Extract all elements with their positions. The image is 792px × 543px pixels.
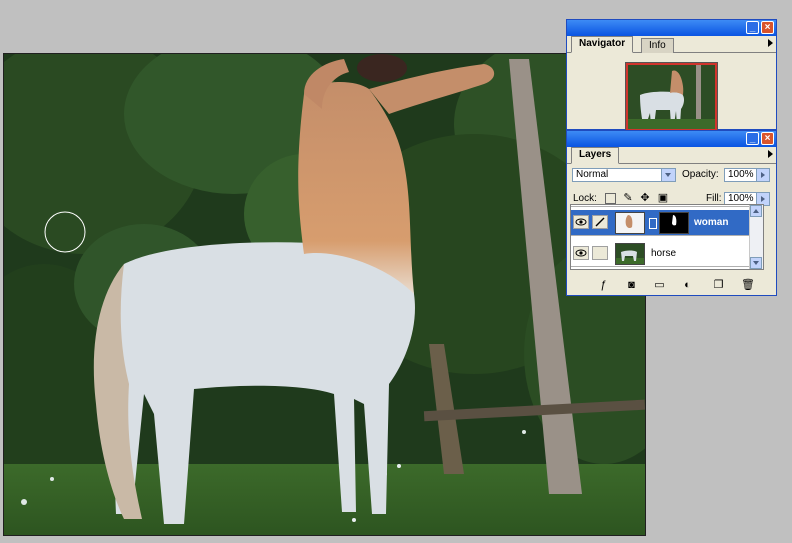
palette-menu-arrow-icon[interactable] — [768, 39, 773, 47]
centaur-photo — [4, 54, 645, 535]
fill-value: 100% — [728, 193, 754, 204]
visibility-eye-icon[interactable] — [573, 246, 589, 260]
navigator-preview[interactable] — [625, 62, 718, 132]
navigator-tabbar: Navigator Info — [567, 36, 776, 53]
minimize-button[interactable]: _ — [746, 132, 759, 145]
tab-navigator[interactable]: Navigator — [571, 36, 634, 53]
tab-layers[interactable]: Layers — [571, 147, 620, 164]
document-canvas[interactable] — [3, 53, 646, 536]
layer-thumbnail — [615, 204, 645, 205]
add-mask-icon[interactable]: ◙ — [625, 279, 638, 292]
new-layer-icon[interactable]: ❐ — [712, 279, 725, 292]
opacity-label: Opacity: — [682, 169, 719, 180]
view-rectangle[interactable] — [626, 63, 717, 131]
scroll-up-button[interactable] — [750, 205, 762, 217]
close-button[interactable]: × — [761, 132, 774, 145]
layer-thumbnail — [615, 212, 645, 234]
lock-transparency-icon[interactable] — [605, 193, 616, 204]
scroll-down-button[interactable] — [750, 257, 762, 269]
layers-list[interactable]: woman horse — [570, 204, 764, 270]
layers-footer: ƒ ◙ ▭ ◐ ❐ 🗑 — [567, 279, 776, 293]
layer-row-woman[interactable]: woman — [571, 210, 749, 236]
chevron-down-icon[interactable] — [661, 169, 675, 181]
lock-paint-brush-icon[interactable]: ✎ — [622, 192, 634, 204]
lock-position-move-icon[interactable]: ✥ — [639, 192, 651, 204]
adjustment-layer-icon[interactable]: ◐ — [681, 279, 694, 292]
navigator-palette: _ × Navigator Info — [566, 19, 777, 132]
palette-menu-arrow-icon[interactable] — [768, 150, 773, 158]
chain-link-icon[interactable] — [649, 218, 657, 229]
minimize-button[interactable]: _ — [746, 21, 759, 34]
blend-mode-select[interactable]: Normal — [572, 168, 676, 182]
paintbrush-icon[interactable] — [592, 215, 608, 229]
layer-row-horse[interactable]: horse — [571, 241, 749, 267]
navigator-titlebar[interactable]: _ × — [567, 20, 776, 36]
chevron-right-icon[interactable] — [756, 169, 769, 181]
layer-name-woman[interactable]: woman — [694, 217, 728, 228]
layer-name-horse[interactable]: horse — [651, 248, 676, 259]
paintbrush-slot[interactable] — [592, 246, 608, 260]
tab-info[interactable]: Info — [641, 38, 674, 53]
blend-mode-value: Normal — [576, 169, 609, 180]
layer-row-partial[interactable] — [571, 204, 749, 207]
opacity-value: 100% — [728, 169, 754, 180]
layers-titlebar[interactable]: _ × — [567, 131, 776, 147]
visibility-eye-icon[interactable] — [573, 215, 589, 229]
new-group-icon[interactable]: ▭ — [653, 279, 666, 292]
trash-icon[interactable]: 🗑 — [741, 279, 755, 292]
layers-scrollbar[interactable] — [749, 205, 763, 269]
close-button[interactable]: × — [761, 21, 774, 34]
layer-mask-thumbnail[interactable] — [659, 212, 689, 234]
layer-style-icon[interactable]: ƒ — [597, 279, 610, 292]
opacity-field[interactable]: 100% — [724, 168, 770, 182]
layers-tabbar: Layers — [567, 147, 776, 164]
lock-all-padlock-icon[interactable]: ▣ — [657, 192, 669, 204]
layer-thumbnail — [615, 243, 645, 265]
layers-palette: _ × Layers Normal Opacity: 100% Lock: ✎ … — [566, 130, 777, 296]
